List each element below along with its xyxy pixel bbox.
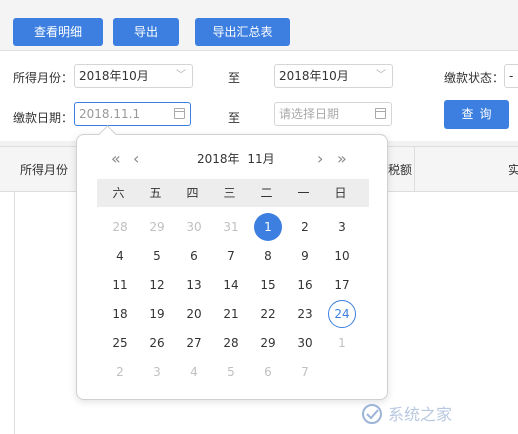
day-cell[interactable]: 25 [106, 329, 134, 357]
day-cell[interactable]: 7 [217, 242, 245, 270]
day-cell[interactable]: 14 [217, 271, 245, 299]
day-cell[interactable]: 12 [143, 271, 171, 299]
income-month-to-select[interactable]: 2018年10月 ﹀ [274, 64, 393, 88]
day-cell[interactable]: 4 [106, 242, 134, 270]
income-month-from-value: 2018年10月 [79, 69, 149, 83]
day-cell-today[interactable]: 24 [328, 300, 356, 328]
day-cell[interactable]: 28 [106, 213, 134, 241]
calendar-icon[interactable] [375, 108, 386, 119]
day-cell[interactable]: 2 [106, 358, 134, 386]
weekday-label: 二 [260, 186, 273, 200]
next-month-icon[interactable]: › [317, 147, 323, 171]
payment-date-to-placeholder: 请选择日期 [279, 107, 340, 121]
weekday-label: 一 [297, 186, 310, 200]
day-cell[interactable]: 30 [291, 329, 319, 357]
day-cell[interactable]: 3 [328, 213, 356, 241]
income-month-to-value: 2018年10月 [279, 69, 349, 83]
day-cell[interactable]: 13 [180, 271, 208, 299]
toolbar: 查看明细 导出 导出汇总表 [0, 0, 518, 51]
chevron-down-icon: ﹀ [176, 70, 186, 81]
watermark-text: 系统之家 [388, 405, 452, 424]
day-cell[interactable]: 18 [106, 300, 134, 328]
watermark-logo: 系统之家 [362, 404, 452, 424]
weekday-label: 六 [112, 186, 125, 200]
weekday-label: 三 [223, 186, 236, 200]
day-cell[interactable]: 29 [143, 213, 171, 241]
column-actual[interactable]: 实 [508, 161, 518, 178]
day-cell[interactable]: 5 [217, 358, 245, 386]
query-button[interactable]: 查询 [444, 100, 509, 129]
day-cell[interactable]: 31 [217, 213, 245, 241]
table-column-border [0, 191, 15, 434]
filter-panel: 所得月份： 2018年10月 ﹀ 至 2018年10月 ﹀ 缴款状态： - 缴款… [0, 51, 518, 141]
day-cell[interactable]: 9 [291, 242, 319, 270]
day-cell[interactable]: 2 [291, 213, 319, 241]
payment-date-to-input[interactable]: 请选择日期 [274, 102, 392, 126]
calendar-month[interactable]: 11月 [247, 152, 274, 166]
chevron-down-icon: ﹀ [376, 70, 386, 81]
income-month-from-select[interactable]: 2018年10月 ﹀ [74, 64, 193, 88]
payment-status-label: 缴款状态： [444, 71, 505, 85]
day-cell[interactable]: 6 [180, 242, 208, 270]
day-cell[interactable]: 7 [291, 358, 319, 386]
day-cell[interactable]: 26 [143, 329, 171, 357]
column-tax[interactable]: 税额 [388, 161, 412, 178]
weekday-label: 日 [334, 186, 347, 200]
export-summary-button[interactable]: 导出汇总表 [195, 18, 290, 46]
income-month-label: 所得月份： [13, 71, 74, 85]
day-cell[interactable]: 11 [106, 271, 134, 299]
day-cell[interactable]: 28 [217, 329, 245, 357]
day-cell[interactable]: 1 [328, 329, 356, 357]
calendar-header: « ‹ 2018年 11月 › » [77, 147, 387, 171]
to-label: 至 [228, 71, 241, 85]
weekday-label: 四 [186, 186, 199, 200]
weekday-header: 六五四三二一日 [97, 179, 369, 207]
day-cell[interactable]: 20 [180, 300, 208, 328]
day-cell[interactable]: 8 [254, 242, 282, 270]
date-picker-popup: « ‹ 2018年 11月 › » 六五四三二一日 28 29 30 31 1 2 3 4 5 6… [76, 125, 388, 400]
view-details-button[interactable]: 查看明细 [13, 18, 103, 46]
day-cell[interactable]: 21 [217, 300, 245, 328]
next-year-icon[interactable]: » [337, 147, 347, 171]
day-cell[interactable]: 15 [254, 271, 282, 299]
column-divider [414, 147, 415, 191]
day-cell[interactable]: 6 [254, 358, 282, 386]
weekday-label: 五 [149, 186, 162, 200]
prev-year-icon[interactable]: « [111, 147, 121, 171]
calendar-title: 2018年 11月 [197, 147, 275, 171]
day-cell[interactable]: 4 [180, 358, 208, 386]
payment-date-from-input[interactable]: 2018.11.1 [74, 102, 191, 126]
payment-status-value: - [509, 69, 514, 83]
day-cell[interactable]: 17 [328, 271, 356, 299]
calendar-icon[interactable] [174, 108, 185, 119]
day-cell[interactable]: 16 [291, 271, 319, 299]
day-cell[interactable]: 19 [143, 300, 171, 328]
column-income-month[interactable]: 所得月份 [20, 161, 68, 178]
to-label-2: 至 [228, 111, 241, 125]
export-button[interactable]: 导出 [113, 18, 179, 46]
day-cell[interactable]: 5 [143, 242, 171, 270]
day-cell[interactable]: 10 [328, 242, 356, 270]
day-cell[interactable]: 27 [180, 329, 208, 357]
payment-date-label: 缴款日期： [13, 111, 74, 125]
day-cell-selected[interactable]: 1 [254, 213, 282, 241]
day-cell[interactable]: 30 [180, 213, 208, 241]
day-cell[interactable]: 22 [254, 300, 282, 328]
day-cell[interactable]: 3 [143, 358, 171, 386]
day-cell[interactable]: 23 [291, 300, 319, 328]
calendar-year[interactable]: 2018年 [197, 152, 240, 166]
payment-status-select[interactable]: - [504, 64, 518, 88]
day-cell[interactable]: 29 [254, 329, 282, 357]
prev-month-icon[interactable]: ‹ [133, 147, 139, 171]
payment-date-from-value: 2018.11.1 [79, 107, 141, 121]
